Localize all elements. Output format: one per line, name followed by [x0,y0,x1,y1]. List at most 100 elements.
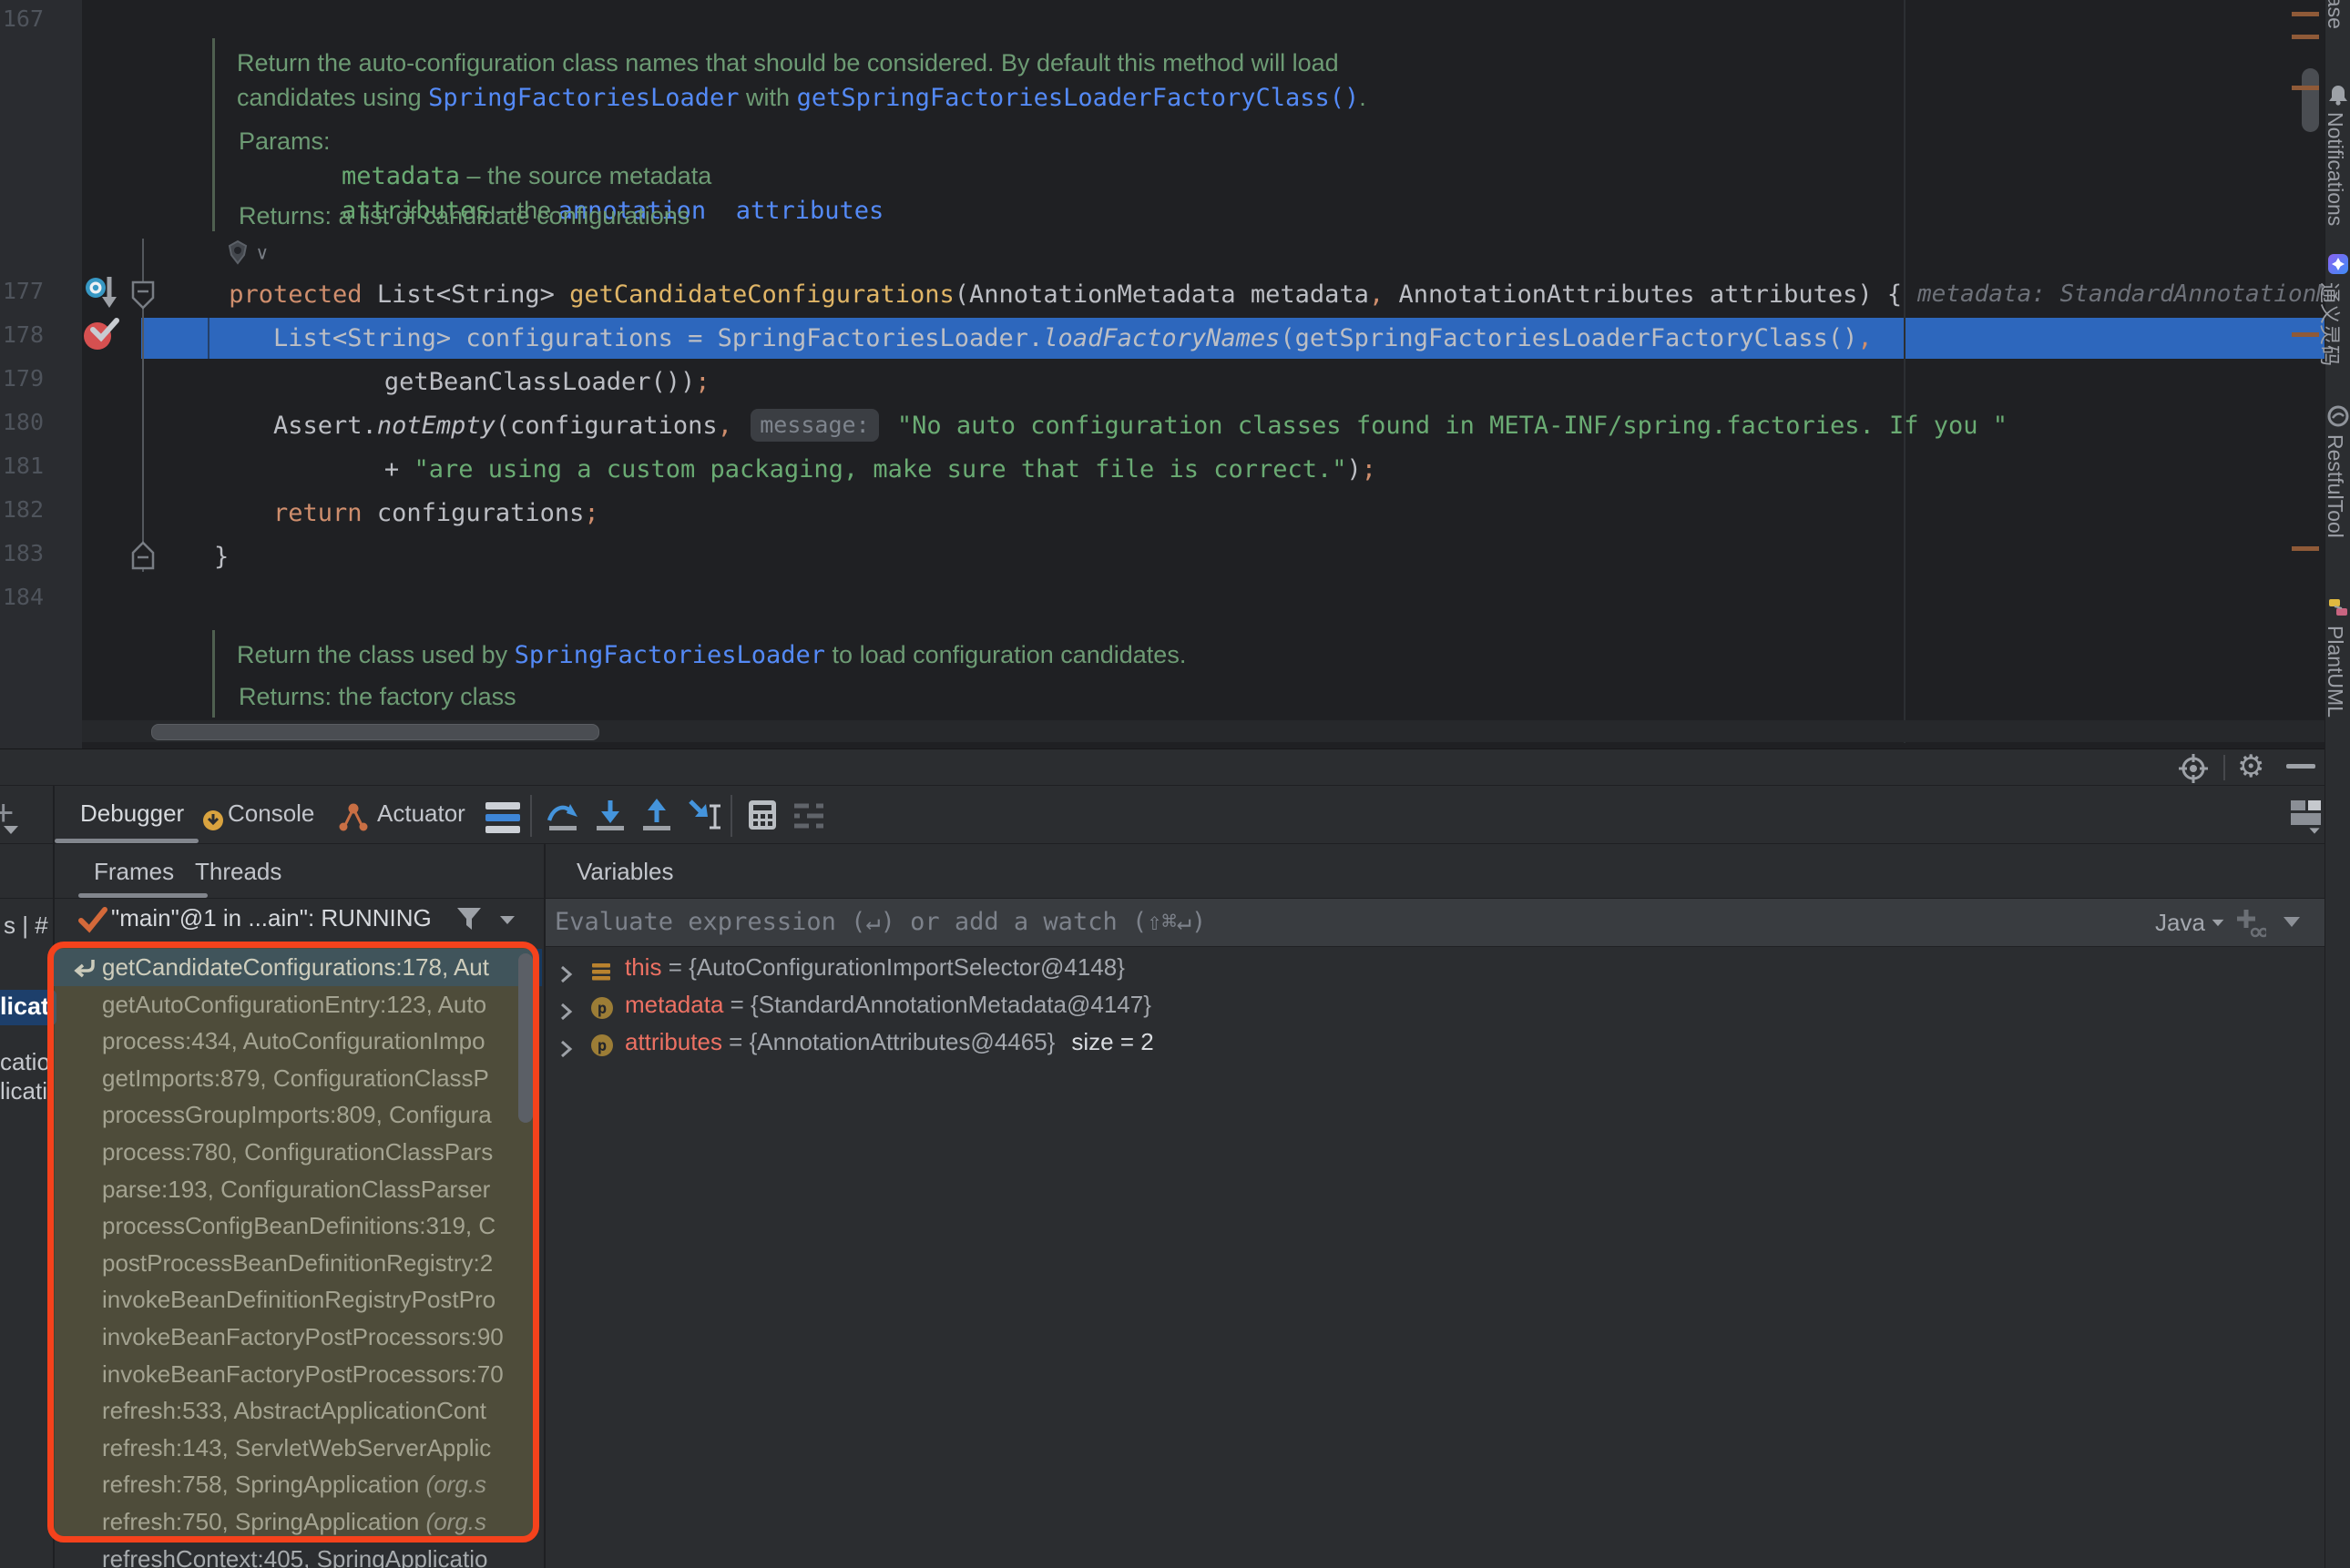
layers-icon[interactable] [485,802,520,833]
toolbar-separator [731,795,732,837]
tab-actuator[interactable]: Actuator [377,799,465,828]
inline-parameter-hint: message: [751,409,878,442]
tab-threads[interactable]: Threads [195,858,281,886]
tab-debugger[interactable]: Debugger [80,799,184,828]
code-segment: ; [1362,455,1376,484]
error-stripe-mark[interactable] [2292,12,2319,16]
thread-running-check-icon [78,906,107,938]
step-over-icon[interactable] [547,799,581,838]
layout-settings-icon[interactable] [2291,800,2322,835]
cutoff-fragment: licati [0,1077,47,1105]
doc-comment-line: Return the class used by SpringFactories… [237,639,1186,671]
tab-frames[interactable]: Frames [94,858,174,886]
language-selector-caret[interactable] [2212,920,2224,926]
code-segment: Returns: [239,202,332,229]
code-segment: configurations [363,499,585,527]
doc-block-bar [212,38,215,231]
stack-frame-row[interactable]: refreshContext:405, SpringApplicatio [53,1541,542,1568]
error-stripe-mark[interactable] [2292,86,2319,90]
restful-icon[interactable] [2327,405,2349,427]
code-segment: a list of candidate configurations [332,202,690,229]
watches-dropdown-caret[interactable] [2284,917,2300,927]
code-line[interactable]: Assert.notEmpty(configurations, message:… [214,405,2008,446]
variable-text: metadata = {StandardAnnotationMetadata@4… [625,986,1151,1023]
language-selector[interactable]: Java [2155,899,2205,946]
variable-row[interactable]: pmetadata = {StandardAnnotationMetadata@… [546,986,2322,1023]
target-icon[interactable] [2179,754,2208,788]
code-editor[interactable]: 167177178179180181182183184 Return the a… [0,0,2324,748]
stripe-item-lingma[interactable]: 通义灵码 [2316,282,2347,366]
error-stripe-mark[interactable] [2292,35,2319,39]
cutoff-fragment: catio [0,1048,50,1076]
code-segment: – the source metadata [460,162,711,189]
line-number: 177 [0,270,44,311]
code-line[interactable]: protected List<String> getCandidateConfi… [214,274,1902,315]
execution-point-icon[interactable] [84,275,117,316]
variable-row[interactable]: this = {AutoConfigurationImportSelector@… [546,949,2322,986]
right-tool-stripe [2324,0,2350,1568]
thread-status[interactable]: "main"@1 in ...ain": RUNNING [111,904,432,932]
code-segment: List<String> [377,280,569,309]
stripe-item-plantuml[interactable]: PlantUML [2323,626,2347,718]
minimize-icon[interactable] [2286,764,2315,769]
add-watch-icon[interactable] [2235,908,2266,943]
tab-console[interactable]: Console [228,799,314,828]
error-stripe-mark[interactable] [2292,546,2319,551]
code-segment: the factory class [332,683,516,710]
code-segment: Return the class used by [237,641,515,668]
variable-text: this = {AutoConfigurationImportSelector@… [625,949,1125,986]
stripe-item-notifications[interactable]: Notifications [2323,112,2347,226]
right-margin-guide [1904,0,1906,743]
run-to-cursor-icon[interactable] [688,799,726,838]
code-line[interactable]: getBeanClassLoader()); [214,361,710,402]
lingma-icon[interactable] [2327,253,2349,275]
plantuml-icon[interactable] [2327,596,2349,618]
fold-start-marker[interactable] [131,280,155,314]
code-segment: notEmpty [377,412,496,440]
ide-window: 167177178179180181182183184 Return the a… [0,0,2350,1568]
gear-icon[interactable]: ⚙ [2237,748,2264,785]
variables-header: Variables [577,858,673,886]
horizontal-scrollbar-thumb[interactable] [151,724,599,740]
step-into-icon[interactable] [594,799,628,838]
code-segment: (getSpringFactoriesLoaderFactoryClass() [1280,324,1857,352]
settings-sliders-icon[interactable] [791,800,825,836]
evaluate-calculator-icon[interactable] [747,799,780,838]
step-out-icon[interactable] [640,799,675,838]
variable-row[interactable]: pattributes = {AnnotationAttributes@4465… [546,1023,2322,1061]
code-line[interactable]: + "are using a custom packaging, make su… [214,449,1376,490]
code-line[interactable]: List<String> configurations = SpringFact… [214,318,1873,359]
code-segment: to load configuration candidates. [825,641,1186,668]
code-segment: candidates using [237,84,428,111]
code-line[interactable]: return configurations; [214,493,599,534]
code-segment: getSpringFactoriesLoaderFactoryClass() [797,84,1360,112]
gutter-code-boundary [208,318,209,359]
code-segment: "No auto configuration classes found in … [897,412,2008,440]
code-segment: } [214,543,229,571]
debug-tool-window: ⚙ + Debugger Console Actuator [0,748,2324,1568]
chevron-down-icon[interactable]: ∨ [255,244,269,264]
breakpoint-icon[interactable] [82,317,120,356]
stripe-item-database-partial[interactable]: base [2323,0,2347,29]
doc-comment-line: Returns: the factory class [239,681,516,712]
chevron-right-icon[interactable] [559,1033,574,1070]
error-stripe-mark[interactable] [2292,332,2319,337]
bell-icon[interactable] [2327,84,2349,106]
fold-end-marker[interactable] [131,541,155,575]
code-segment: Returns: [239,683,332,710]
vertical-scrollbar-thumb[interactable] [2302,68,2319,132]
doc-render-toggle[interactable]: ∨ [224,239,269,268]
code-segment: , [1369,280,1384,309]
chevron-down-icon[interactable] [4,826,18,834]
debug-subtabs-row [0,844,2324,899]
code-segment: metadata [342,162,460,190]
code-segment: getBeanClassLoader()) [384,368,695,396]
line-number: 182 [0,489,44,530]
frames-scrollbar-thumb[interactable] [518,953,533,1123]
stripe-item-restfultool[interactable]: RestfulTool [2323,434,2347,538]
code-segment: getCandidateConfigurations [569,280,955,309]
filter-funnel-icon[interactable] [455,906,483,938]
thread-dropdown-caret[interactable] [500,916,515,924]
evaluate-expression-bar[interactable]: Evaluate expression (↵) or add a watch (… [546,899,2324,947]
code-line[interactable]: } [214,536,229,577]
